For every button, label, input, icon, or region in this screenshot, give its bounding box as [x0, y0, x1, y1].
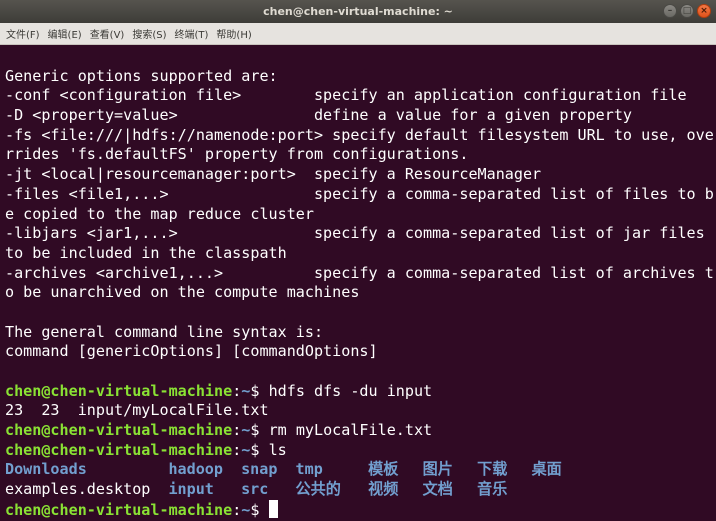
prompt-user-host: chen@chen-virtual-machine: [5, 500, 233, 519]
output-line: The general command line syntax is:: [5, 322, 324, 341]
output-line: e copied to the map reduce cluster: [5, 204, 314, 223]
prompt-colon: :: [232, 381, 242, 400]
output-line: -D <property=value> define a value for a…: [5, 106, 633, 125]
ls-directory-entry: 图片: [422, 460, 453, 479]
window-titlebar[interactable]: chen@chen-virtual-machine: ~ – □ ×: [0, 0, 716, 23]
menu-terminal[interactable]: 终端(T): [175, 26, 209, 41]
ls-directory-entry: tmp: [295, 460, 323, 479]
menu-bar: 文件(F) 编辑(E) 查看(V) 搜索(S) 终端(T) 帮助(H): [0, 23, 716, 45]
prompt-path: ~: [241, 421, 251, 440]
output-line: rrides 'fs.defaultFS' property from conf…: [5, 145, 469, 164]
prompt-symbol: $: [250, 381, 269, 400]
terminal-cursor: [268, 499, 278, 518]
output-line: Generic options supported are:: [5, 66, 278, 85]
ls-directory-entry: 公共的: [295, 480, 341, 499]
menu-file[interactable]: 文件(F): [6, 26, 40, 41]
output-line: -jt <local|resourcemanager:port> specify…: [5, 165, 542, 184]
output-line: to be included in the classpath: [5, 243, 287, 262]
ls-directory-entry: snap: [241, 460, 278, 479]
command-line: chen@chen-virtual-machine:~$ ls: [5, 441, 716, 461]
ls-directory-entry: 音乐: [477, 480, 508, 499]
command-text: rm myLocalFile.txt: [268, 421, 433, 440]
command-line-active: chen@chen-virtual-machine:~$: [5, 499, 716, 520]
prompt-colon: :: [232, 500, 242, 519]
window-controls: – □ ×: [663, 4, 711, 19]
output-line: -files <file1,...> specify a comma-separ…: [5, 184, 714, 203]
menu-help[interactable]: 帮助(H): [216, 26, 251, 41]
ls-directory-entry: 文档: [422, 480, 453, 499]
window-title: chen@chen-virtual-machine: ~: [263, 5, 453, 18]
maximize-icon[interactable]: □: [680, 4, 694, 18]
ls-directory-entry: hadoop: [168, 460, 223, 479]
ls-directory-entry: 桌面: [531, 460, 562, 479]
prompt-user-host: chen@chen-virtual-machine: [5, 421, 233, 440]
prompt-user-host: chen@chen-virtual-machine: [5, 440, 233, 459]
ls-file-entry: examples.desktop: [5, 480, 151, 499]
output-line: -fs <file:///|hdfs://namenode:port> spec…: [5, 125, 714, 144]
menu-search[interactable]: 搜索(S): [132, 26, 166, 41]
ls-directory-entry: 视频: [368, 480, 399, 499]
command-text: ls: [268, 440, 287, 459]
ls-directory-entry: Downloads: [5, 460, 87, 479]
minimize-icon[interactable]: –: [663, 4, 677, 18]
command-output: 23 23 input/myLocalFile.txt: [5, 401, 269, 420]
output-line: command [genericOptions] [commandOptions…: [5, 342, 378, 361]
ls-directory-entry: input: [168, 480, 214, 499]
command-line: chen@chen-virtual-machine:~$ rm myLocalF…: [5, 421, 716, 441]
menu-view[interactable]: 查看(V): [90, 26, 125, 41]
terminal-output[interactable]: Generic options supported are: -conf <con…: [0, 45, 716, 521]
prompt-path: ~: [241, 381, 251, 400]
prompt-user-host: chen@chen-virtual-machine: [5, 381, 233, 400]
ls-row: examples.desktop input src 公共的 视频 文档 音乐: [5, 480, 716, 500]
prompt-symbol: $: [250, 440, 269, 459]
command-line: chen@chen-virtual-machine:~$ hdfs dfs -d…: [5, 382, 716, 402]
ls-row: Downloads hadoop snap tmp 模板 图片 下载 桌面: [5, 460, 716, 480]
ls-directory-entry: 下载: [477, 460, 508, 479]
prompt-colon: :: [232, 440, 242, 459]
ls-directory-entry: 模板: [368, 460, 399, 479]
output-line: o be unarchived on the compute machines: [5, 283, 360, 302]
menu-edit[interactable]: 编辑(E): [48, 26, 82, 41]
command-text: hdfs dfs -du input: [268, 381, 433, 400]
prompt-colon: :: [232, 421, 242, 440]
output-line: -conf <configuration file> specify an ap…: [5, 86, 687, 105]
output-line: -libjars <jar1,...> specify a comma-sepa…: [5, 224, 705, 243]
prompt-path: ~: [241, 500, 251, 519]
output-line: -archives <archive1,...> specify a comma…: [5, 263, 714, 282]
ls-directory-entry: src: [241, 480, 269, 499]
prompt-symbol: $: [250, 500, 269, 519]
prompt-symbol: $: [250, 421, 269, 440]
close-icon[interactable]: ×: [697, 4, 711, 18]
prompt-path: ~: [241, 440, 251, 459]
